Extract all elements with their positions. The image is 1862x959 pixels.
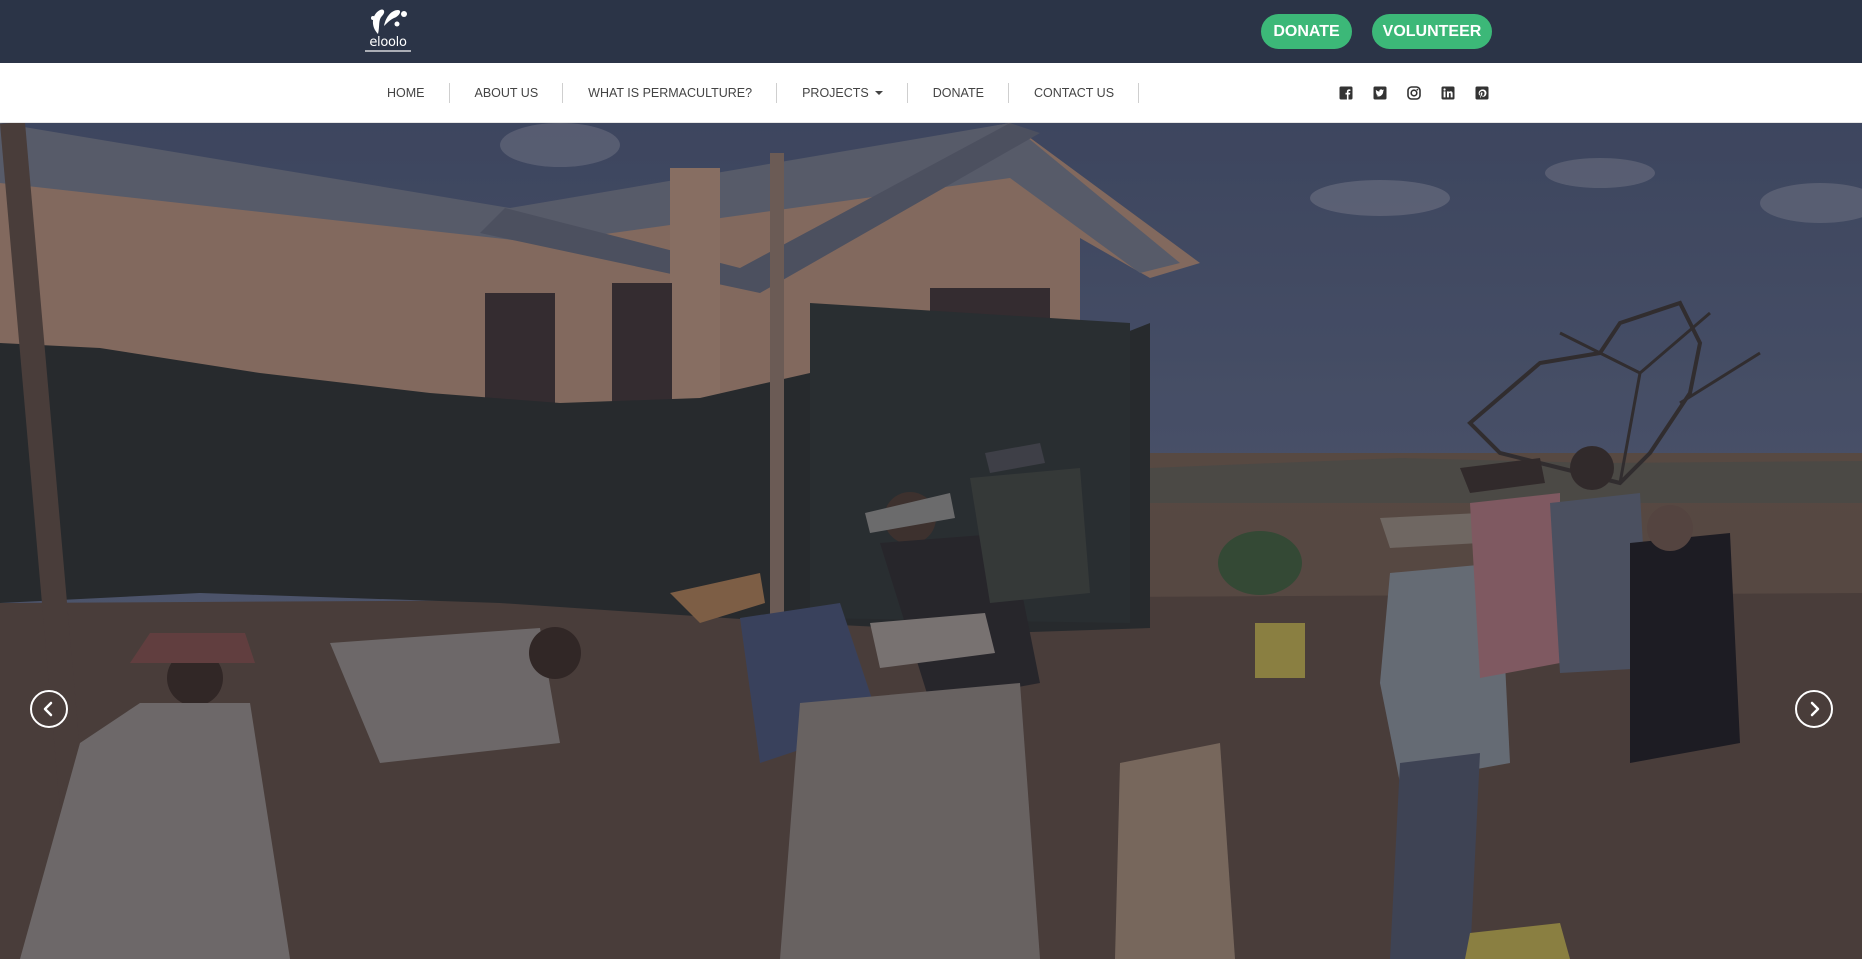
twitter-icon[interactable] <box>1373 86 1387 100</box>
nav-label-projects: PROJECTS <box>802 86 869 100</box>
brand-logo[interactable]: eloolo <box>364 4 412 54</box>
hero-carousel <box>0 123 1862 959</box>
nav-item-what-is-permaculture[interactable]: WHAT IS PERMACULTURE? <box>563 63 778 123</box>
nav-label-home: HOME <box>387 86 425 100</box>
nav-item-home[interactable]: HOME <box>362 63 450 123</box>
nav-item-donate[interactable]: DONATE <box>908 63 1010 123</box>
top-bar: eloolo DONATE VOLUNTEER <box>0 0 1862 63</box>
brand-name: eloolo <box>369 35 407 50</box>
carousel-prev-button[interactable] <box>30 690 68 728</box>
nav-item-about-us[interactable]: ABOUT US <box>450 63 564 123</box>
facebook-icon[interactable] <box>1339 86 1353 100</box>
chevron-right-icon <box>1810 701 1820 717</box>
nav-label-contact-us: CONTACT US <box>1033 86 1115 100</box>
nav-label-what-is-permaculture: WHAT IS PERMACULTURE? <box>588 86 753 100</box>
hero-slide-image <box>0 123 1862 959</box>
brand-tagline-line <box>365 50 411 52</box>
volunteer-button[interactable]: VOLUNTEER <box>1372 14 1492 49</box>
logo-mark-icon <box>371 9 407 34</box>
linkedin-icon[interactable] <box>1441 86 1455 100</box>
nav-label-donate: DONATE <box>932 86 984 100</box>
carousel-next-button[interactable] <box>1795 690 1833 728</box>
chevron-down-icon <box>874 91 883 95</box>
chevron-left-icon <box>43 701 53 717</box>
nav-item-projects[interactable]: PROJECTS <box>777 63 908 123</box>
nav-item-contact-us[interactable]: CONTACT US <box>1009 63 1140 123</box>
nav-label-about-us: ABOUT US <box>474 86 539 100</box>
social-links <box>1339 63 1489 123</box>
pinterest-icon[interactable] <box>1475 86 1489 100</box>
main-navbar: HOME ABOUT US WHAT IS PERMACULTURE? PROJ… <box>0 63 1862 123</box>
instagram-icon[interactable] <box>1407 86 1421 100</box>
donate-button[interactable]: DONATE <box>1261 14 1352 49</box>
nav-menu: HOME ABOUT US WHAT IS PERMACULTURE? PROJ… <box>362 63 1140 123</box>
